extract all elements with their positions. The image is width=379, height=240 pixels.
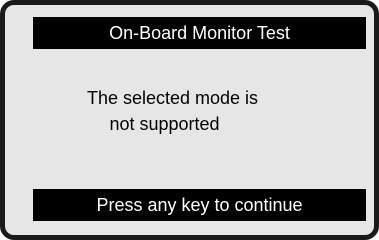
message-line: The selected mode is bbox=[86, 88, 259, 108]
continue-prompt[interactable]: Press any key to continue bbox=[33, 189, 366, 221]
message-line: not supported bbox=[109, 114, 220, 134]
message-text: The selected mode is not supported bbox=[5, 85, 374, 137]
device-screen: On-Board Monitor Test The selected mode … bbox=[0, 0, 379, 240]
screen-title: On-Board Monitor Test bbox=[33, 17, 366, 49]
